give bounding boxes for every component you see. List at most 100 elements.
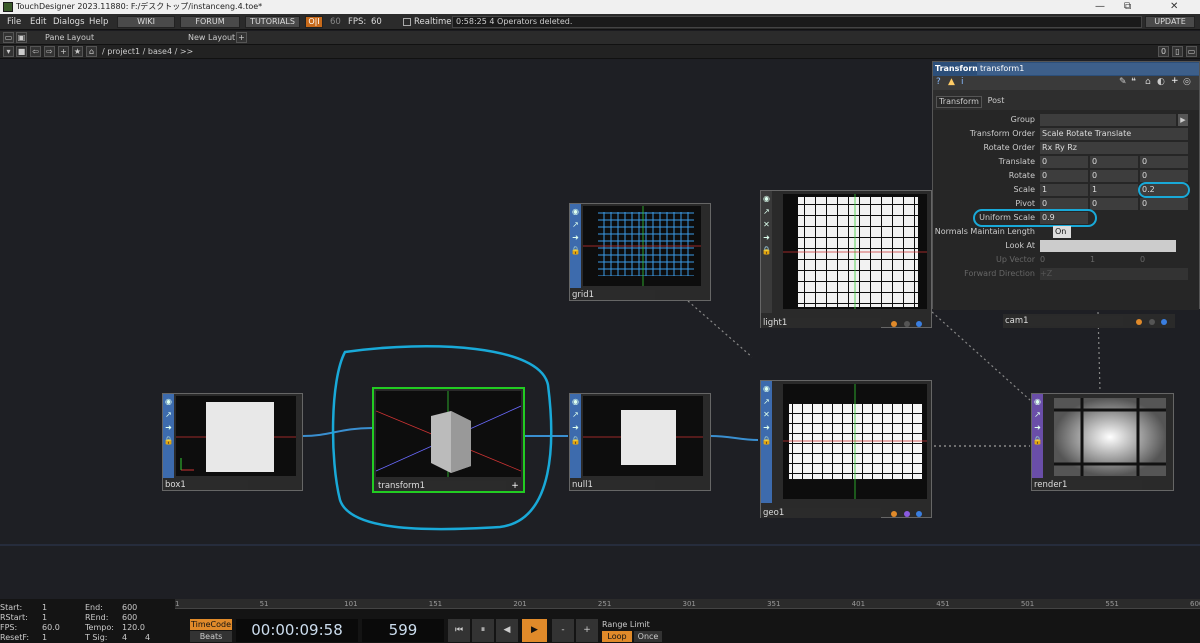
loop-button[interactable]: Loop bbox=[602, 631, 632, 642]
bypass-icon[interactable]: ↗ bbox=[761, 206, 772, 217]
viewer-icon[interactable]: ◉ bbox=[761, 193, 772, 204]
geo1-label[interactable]: geo1 bbox=[761, 508, 881, 518]
play-icon[interactable]: ▶ bbox=[1178, 114, 1188, 126]
rstart-value[interactable]: 1 bbox=[42, 613, 47, 623]
close-icon[interactable]: ✕ bbox=[761, 409, 772, 420]
once-button[interactable]: Once bbox=[634, 631, 662, 642]
viewer-flag-icon[interactable] bbox=[1161, 319, 1167, 325]
timeline-ruler[interactable]: 151101151201251301351401451501551600 bbox=[175, 599, 1200, 609]
tab-post[interactable]: Post bbox=[983, 96, 1009, 108]
node-cam1[interactable]: cam1 bbox=[1003, 314, 1175, 328]
node-light1[interactable]: ◉ ↗ ✕ ➜ 🔒 light1 bbox=[760, 190, 932, 328]
target-icon[interactable]: ◎ bbox=[1183, 77, 1191, 87]
start-value[interactable]: 1 bbox=[42, 603, 47, 613]
rewind-icon[interactable]: ⏮ bbox=[448, 619, 470, 642]
pivot-x[interactable]: 0 bbox=[1040, 198, 1088, 210]
transform1-label[interactable]: transform1 bbox=[376, 481, 506, 491]
bypass-icon[interactable]: ↗ bbox=[1032, 409, 1043, 420]
viewer-flag-icon[interactable] bbox=[916, 511, 922, 517]
pivot-z[interactable]: 0 bbox=[1140, 198, 1188, 210]
normals-toggle[interactable]: On bbox=[1053, 226, 1071, 238]
lock-icon[interactable]: 🔒 bbox=[570, 435, 581, 446]
timecode-display[interactable]: 00:00:09:58 bbox=[236, 619, 358, 642]
display-flag-icon[interactable] bbox=[904, 321, 910, 327]
lock-icon[interactable]: 🔒 bbox=[761, 245, 772, 256]
scale-x[interactable]: 1 bbox=[1040, 184, 1088, 196]
rotate-z[interactable]: 0 bbox=[1140, 170, 1188, 182]
pause-icon[interactable]: ⏸ bbox=[472, 619, 494, 642]
step-back-icon[interactable]: ◀ bbox=[496, 619, 518, 642]
node-transform1[interactable]: transform1 + bbox=[372, 387, 525, 493]
box1-label[interactable]: box1 bbox=[163, 480, 248, 490]
grid1-label[interactable]: grid1 bbox=[570, 290, 655, 300]
display-flag-icon[interactable] bbox=[1149, 319, 1155, 325]
transform-order-select[interactable]: Scale Rotate Translate bbox=[1040, 128, 1188, 140]
info-icon[interactable]: i bbox=[961, 77, 964, 87]
lock-icon[interactable]: 🔒 bbox=[1032, 435, 1043, 446]
lock-icon[interactable]: 🔒 bbox=[570, 245, 581, 256]
viewer-icon[interactable]: ◉ bbox=[1032, 396, 1043, 407]
scale-z[interactable]: 0.2 bbox=[1138, 182, 1190, 198]
pivot-y[interactable]: 0 bbox=[1090, 198, 1138, 210]
cam1-label[interactable]: cam1 bbox=[1003, 316, 1123, 326]
rotate-x[interactable]: 0 bbox=[1040, 170, 1088, 182]
display-icon[interactable]: ➜ bbox=[163, 422, 174, 433]
bypass-icon[interactable]: ↗ bbox=[570, 409, 581, 420]
frame-display[interactable]: 599 bbox=[362, 619, 444, 642]
uniform-scale-field[interactable]: 0.9 bbox=[1040, 212, 1088, 224]
fps-value[interactable]: 60.0 bbox=[42, 623, 60, 633]
translate-z[interactable]: 0 bbox=[1140, 156, 1188, 168]
python-icon[interactable]: ▲ bbox=[948, 77, 955, 87]
node-null1[interactable]: ◉ ↗ ➜ 🔒 null1 bbox=[569, 393, 711, 491]
network-icon[interactable]: ⌂ bbox=[1145, 77, 1151, 87]
tsig-b[interactable]: 4 bbox=[145, 633, 150, 643]
node-box1[interactable]: ◉ ↗ ➜ 🔒 box1 bbox=[162, 393, 303, 491]
look-at-field[interactable] bbox=[1040, 240, 1176, 252]
viewer-icon[interactable]: ◉ bbox=[570, 206, 581, 217]
add-icon[interactable]: + bbox=[510, 481, 520, 491]
bypass-icon[interactable]: ↗ bbox=[570, 219, 581, 230]
step-minus-button[interactable]: - bbox=[552, 619, 574, 642]
render1-label[interactable]: render1 bbox=[1032, 480, 1142, 490]
help-icon[interactable]: ? bbox=[936, 77, 941, 87]
beats-button[interactable]: Beats bbox=[190, 631, 232, 642]
translate-x[interactable]: 0 bbox=[1040, 156, 1088, 168]
null1-label[interactable]: null1 bbox=[570, 480, 655, 490]
comment-icon[interactable]: ❝ bbox=[1131, 77, 1136, 87]
group-field[interactable] bbox=[1040, 114, 1176, 126]
display-icon[interactable]: ➜ bbox=[570, 232, 581, 243]
bypass-icon[interactable]: ↗ bbox=[163, 409, 174, 420]
timecode-button[interactable]: TimeCode bbox=[190, 619, 232, 630]
display-icon[interactable]: ➜ bbox=[761, 422, 772, 433]
node-geo1[interactable]: ◉ ↗ ✕ ➜ 🔒 geo1 bbox=[760, 380, 932, 518]
add-param-icon[interactable]: + bbox=[1171, 76, 1179, 86]
viewer-icon[interactable]: ◉ bbox=[570, 396, 581, 407]
cook-icon[interactable]: ◐ bbox=[1157, 77, 1165, 87]
rend-value[interactable]: 600 bbox=[122, 613, 137, 623]
tab-transform[interactable]: Transform bbox=[936, 96, 982, 108]
translate-y[interactable]: 0 bbox=[1090, 156, 1138, 168]
tsig-a[interactable]: 4 bbox=[122, 633, 127, 643]
viewer-flag-icon[interactable] bbox=[916, 321, 922, 327]
node-grid1[interactable]: ◉ ↗ ➜ 🔒 grid1 bbox=[569, 203, 711, 301]
scale-y[interactable]: 1 bbox=[1090, 184, 1138, 196]
close-icon[interactable]: ✕ bbox=[761, 219, 772, 230]
display-icon[interactable]: ➜ bbox=[761, 232, 772, 243]
viewer-icon[interactable]: ◉ bbox=[761, 383, 772, 394]
rotate-order-select[interactable]: Rx Ry Rz bbox=[1040, 142, 1188, 154]
lock-icon[interactable]: 🔒 bbox=[163, 435, 174, 446]
rotate-y[interactable]: 0 bbox=[1090, 170, 1138, 182]
render-flag-icon[interactable] bbox=[891, 511, 897, 517]
display-icon[interactable]: ➜ bbox=[1032, 422, 1043, 433]
step-plus-button[interactable]: + bbox=[576, 619, 598, 642]
lock-icon[interactable]: 🔒 bbox=[761, 435, 772, 446]
render-flag-icon[interactable] bbox=[1136, 319, 1142, 325]
light1-label[interactable]: light1 bbox=[761, 318, 881, 328]
op-name-field[interactable]: transform1 bbox=[977, 63, 1199, 75]
play-icon[interactable]: ▶ bbox=[522, 619, 547, 642]
display-icon[interactable]: ➜ bbox=[570, 422, 581, 433]
render-flag-icon[interactable] bbox=[891, 321, 897, 327]
node-render1[interactable]: ◉ ↗ ➜ 🔒 render1 bbox=[1031, 393, 1174, 491]
bypass-icon[interactable]: ↗ bbox=[761, 396, 772, 407]
display-flag-icon[interactable] bbox=[904, 511, 910, 517]
